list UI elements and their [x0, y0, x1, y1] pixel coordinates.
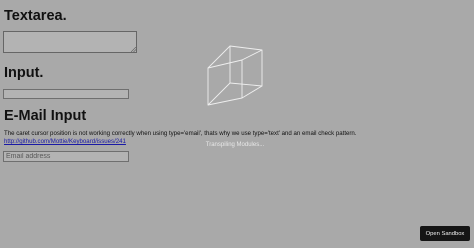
loading-status-text: Transpiling Modules...	[205, 142, 265, 148]
input-heading: Input.	[4, 65, 44, 81]
email-input[interactable]	[3, 151, 129, 162]
open-sandbox-button[interactable]: Open Sandbox	[420, 226, 470, 241]
text-input[interactable]	[3, 89, 129, 99]
textarea-heading: Textarea.	[4, 8, 67, 24]
description-text: The caret cursor position is not working…	[4, 130, 357, 137]
issue-link[interactable]: http://github.com/Mottie/Keyboard/issues…	[4, 138, 126, 145]
wireframe-cube-icon	[207, 45, 263, 106]
email-heading: E-Mail Input	[4, 108, 87, 124]
textarea-field[interactable]	[3, 31, 137, 53]
